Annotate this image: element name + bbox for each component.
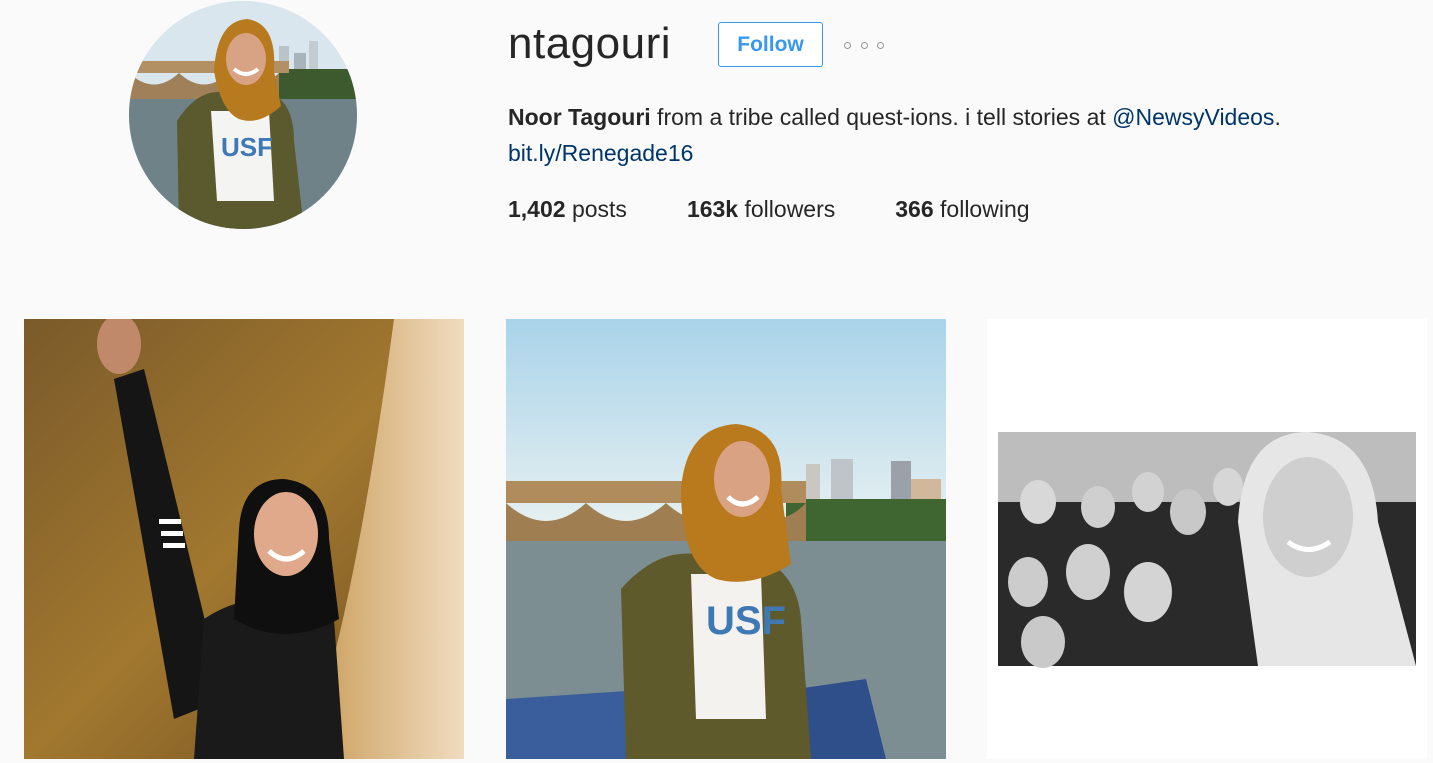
post-thumbnail-2[interactable]: USF [506, 319, 946, 759]
posts-label: posts [565, 196, 627, 222]
following-label: following [933, 196, 1030, 222]
following-stat[interactable]: 366 following [895, 192, 1029, 226]
ellipsis-dot [844, 41, 851, 49]
ellipsis-dot [877, 41, 884, 49]
bio-text: from a tribe called quest-ions. i tell s… [650, 104, 1113, 130]
bio-end: . [1274, 104, 1281, 130]
posts-stat: 1,402 posts [508, 192, 627, 226]
ellipsis-icon[interactable] [844, 36, 884, 54]
profile-full-name: Noor Tagouri [508, 104, 651, 130]
follow-button[interactable]: Follow [718, 22, 823, 67]
followers-stat[interactable]: 163k followers [687, 192, 835, 226]
mention-link[interactable]: @NewsyVideos [1112, 104, 1274, 130]
posts-count: 1,402 [508, 196, 566, 222]
svg-text:USF: USF [221, 132, 273, 162]
profile-bio: Noor Tagouri from a tribe called quest-i… [508, 99, 1408, 171]
profile-stats: 1,402 posts 163k followers 366 following [508, 192, 1090, 226]
post-thumbnail-3[interactable] [987, 319, 1427, 759]
followers-count: 163k [686, 196, 739, 222]
post-thumbnail-1[interactable] [24, 319, 464, 759]
profile-username: ntagouri [508, 19, 672, 68]
external-link[interactable]: bit.ly/Renegade16 [508, 140, 693, 166]
following-count: 366 [895, 196, 934, 222]
followers-label: followers [738, 196, 836, 222]
profile-avatar[interactable]: USF [129, 1, 357, 229]
ellipsis-dot [860, 41, 868, 49]
svg-text:USF: USF [706, 599, 786, 643]
